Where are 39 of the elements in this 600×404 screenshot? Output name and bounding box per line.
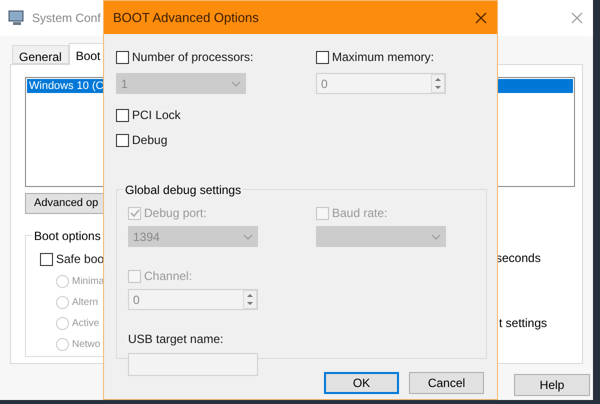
help-button[interactable]: Help bbox=[514, 374, 590, 396]
spin-value: 0 bbox=[320, 76, 328, 92]
up-down-arrows-icon bbox=[243, 290, 257, 309]
checkbox[interactable] bbox=[116, 108, 129, 122]
checkbox-label: Maximum memory: bbox=[332, 49, 434, 66]
radio-label: Minima bbox=[72, 275, 104, 289]
cancel-button[interactable]: Cancel bbox=[409, 372, 484, 394]
checkbox[interactable] bbox=[116, 134, 129, 146]
dialog-title: BOOT Advanced Options bbox=[113, 8, 259, 27]
tab[interactable]: General bbox=[12, 45, 69, 64]
checkbox-label: Channel: bbox=[144, 268, 192, 285]
chevron-down-icon bbox=[243, 234, 253, 240]
checkbox-label: Debug port: bbox=[144, 205, 207, 222]
permanent-settings-label: t settings bbox=[499, 315, 548, 332]
timeout-unit: seconds bbox=[495, 250, 542, 267]
spin-value: 0 bbox=[132, 292, 140, 308]
checkbox-label: Debug bbox=[132, 132, 168, 149]
close-icon[interactable] bbox=[571, 12, 583, 24]
field-label: USB target name: bbox=[128, 331, 224, 348]
radio-label: Active bbox=[72, 317, 100, 331]
computer-icon bbox=[8, 10, 26, 26]
radio-label: Netwo bbox=[72, 338, 100, 352]
window-title: System Conf bbox=[32, 10, 101, 27]
radio-label: Altern bbox=[72, 296, 98, 310]
check-icon bbox=[130, 208, 140, 218]
up-down-arrows-icon bbox=[431, 74, 445, 93]
checkbox-label: PCI Lock bbox=[132, 107, 181, 124]
dropdown[interactable] bbox=[316, 226, 446, 247]
checkbox[interactable] bbox=[40, 252, 53, 266]
chevron-down-icon bbox=[231, 80, 241, 86]
ok-button[interactable]: OK bbox=[324, 372, 399, 394]
close-icon[interactable] bbox=[475, 12, 487, 24]
checkbox-label: Number of processors: bbox=[132, 49, 254, 66]
dropdown-value: 1 bbox=[121, 76, 128, 92]
checkbox-label: Safe boo bbox=[56, 251, 104, 268]
chevron-down-icon bbox=[431, 234, 441, 240]
dropdown-value: 1394 bbox=[133, 228, 160, 246]
checkbox-label: Baud rate: bbox=[332, 205, 388, 222]
advanced-options-button[interactable]: Advanced op bbox=[25, 193, 105, 214]
